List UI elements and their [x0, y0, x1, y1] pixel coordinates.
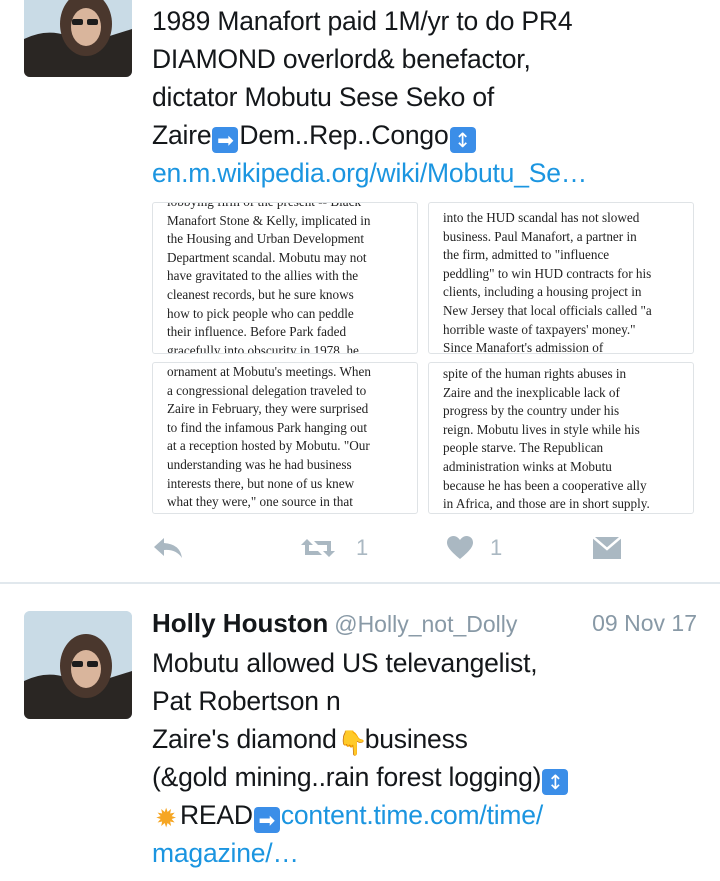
- article-image-panel[interactable]: ornament at Mobutu's meetings. When a co…: [152, 362, 418, 514]
- user-handle[interactable]: @Holly_not_Dolly: [334, 611, 517, 637]
- right-arrow-emoji-icon: ➡: [253, 807, 280, 833]
- panel-line: Manafort Stone & Kelly, implicated in: [167, 212, 371, 228]
- tweet-divider: [0, 582, 720, 584]
- avatar[interactable]: [24, 0, 132, 77]
- burst-emoji-icon: ✹: [155, 804, 177, 834]
- display-name[interactable]: Holly Houston: [152, 608, 328, 638]
- panel-line: spite of the human rights abuses in: [443, 366, 627, 381]
- panel-line: in Africa, and those are in short supply…: [443, 496, 650, 512]
- panel-text: ornament at Mobutu's meetings. When a co…: [167, 363, 407, 512]
- tweet-body: 1989 Manafort paid 1M/yr to do PR4 DIAMO…: [152, 2, 587, 192]
- panel-line: have gravitated to the allies with the: [167, 268, 359, 284]
- panel-text: spite of the human rights abuses in Zair…: [443, 365, 683, 513]
- tweet-line: 1989 Manafort paid 1M/yr to do PR4: [152, 6, 573, 36]
- tweet-line: Zaire's diamond👇business: [152, 720, 569, 758]
- panel-line: gracefully into obscurity in 1978, he: [167, 342, 359, 354]
- panel-line: New Jersey that local officials called "…: [443, 302, 652, 318]
- point-down-emoji-icon: 👇: [337, 729, 368, 757]
- right-arrow-emoji-icon: ➡: [212, 127, 239, 153]
- reply-button[interactable]: [152, 530, 184, 566]
- tweet-line: (&gold mining..rain forest logging) ↕: [152, 758, 569, 796]
- up-down-arrow-emoji-icon: ↕: [449, 127, 476, 153]
- time-magazine-link[interactable]: magazine/…: [152, 834, 569, 872]
- direct-message-button[interactable]: [592, 530, 622, 566]
- retweet-icon: [301, 539, 335, 557]
- article-image-grid[interactable]: lobbying firm of the present -- Black Ma…: [152, 200, 694, 514]
- reply-icon: [154, 538, 182, 558]
- like-count: 1: [490, 535, 503, 560]
- article-image-panel[interactable]: lobbying firm of the present -- Black Ma…: [152, 202, 418, 354]
- panel-text: into the HUD scandal has not slowed busi…: [443, 209, 683, 354]
- panel-text: lobbying firm of the present -- Black Ma…: [167, 203, 407, 354]
- panel-line: the firm, admitted to "influence: [443, 247, 610, 263]
- tweet-line: Zaire ➡ Dem..Rep..Congo ↕: [152, 116, 587, 154]
- tweet-line: ✹ READ ➡ content.time.com/time/: [152, 796, 569, 834]
- panel-line: peddling" to win HUD contracts for his: [443, 265, 652, 281]
- article-image-panel[interactable]: spite of the human rights abuses in Zair…: [428, 362, 694, 514]
- panel-line: people starve. The Republican: [443, 440, 604, 456]
- tweet-text-segment: Dem..Rep..Congo: [239, 120, 449, 150]
- tweet-actions: 1 1: [152, 530, 694, 566]
- retweet-button[interactable]: 1: [300, 530, 368, 566]
- tweet-text-segment: Zaire's diamond: [152, 724, 337, 754]
- panel-line: at a reception hosted by Mobutu. "Our: [167, 438, 370, 454]
- tweet-line: Mobutu allowed US televangelist,: [152, 648, 538, 678]
- tweet-body: Mobutu allowed US televangelist, Pat Rob…: [152, 644, 569, 872]
- panel-line: interests there, but none of us knew: [167, 475, 355, 491]
- panel-line: the Housing and Urban Development: [167, 231, 365, 247]
- panel-line: their influence. Before Park faded: [167, 324, 347, 340]
- retweet-count: 1: [356, 535, 369, 560]
- panel-line: into the HUD scandal has not slowed: [443, 210, 640, 225]
- panel-line: to find the infamous Park hanging out: [167, 419, 367, 435]
- like-button[interactable]: 1: [446, 530, 502, 566]
- panel-line: lobbying firm of the present -- Black: [167, 203, 407, 212]
- panel-line: ornament at Mobutu's meetings. When: [167, 364, 371, 379]
- envelope-icon: [592, 536, 622, 559]
- panel-line: understanding was he had business: [167, 456, 352, 472]
- panel-line: reign. Mobutu lives in style while his: [443, 421, 640, 437]
- tweet-line: DIAMOND overlord& benefactor,: [152, 44, 531, 74]
- tweet-text-segment: READ: [180, 800, 253, 830]
- panel-line: Zaire and the inexplicable lack of: [443, 384, 620, 400]
- article-image-panel[interactable]: into the HUD scandal has not slowed busi…: [428, 202, 694, 354]
- panel-line: clients, including a housing project in: [443, 284, 642, 300]
- heart-icon: [447, 536, 473, 559]
- avatar-photo: [24, 0, 132, 77]
- up-down-arrow-emoji-icon: ↕: [542, 769, 569, 795]
- tweet-line: dictator Mobutu Sese Seko of: [152, 82, 495, 112]
- panel-line: Department scandal. Mobutu may not: [167, 249, 367, 265]
- wikipedia-link[interactable]: en.m.wikipedia.org/wiki/Mobutu_Se…: [152, 154, 587, 192]
- avatar-photo: [24, 611, 132, 719]
- panel-line: what they were," one source in that: [167, 494, 353, 510]
- panel-line: because he has been a cooperative ally: [443, 477, 647, 493]
- panel-line: business. Paul Manafort, a partner in: [443, 228, 637, 244]
- panel-line: Since Manafort's admission of: [443, 340, 604, 354]
- panel-line: horrible waste of taxpayers' money.": [443, 321, 636, 337]
- panel-line: Zaire in February, they were surprised: [167, 401, 369, 417]
- tweet-header: Holly Houston @Holly_not_Dolly 09 Nov 17: [152, 608, 697, 642]
- tweet-line: Pat Robertson n: [152, 686, 341, 716]
- tweet-text-segment: Zaire: [152, 120, 212, 150]
- panel-line: cleanest records, but he sure knows: [167, 286, 354, 302]
- tweet-text-segment: business: [364, 724, 468, 754]
- tweet-text-segment: (&gold mining..rain forest logging): [152, 762, 542, 792]
- tweet-date[interactable]: 09 Nov 17: [592, 610, 697, 637]
- avatar[interactable]: [24, 611, 132, 719]
- panel-line: progress by the country under his: [443, 403, 620, 419]
- panel-line: administration winks at Mobutu: [443, 458, 612, 474]
- panel-line: how to pick people who can peddle: [167, 305, 354, 321]
- time-magazine-link[interactable]: content.time.com/time/: [281, 800, 543, 830]
- panel-line: a congressional delegation traveled to: [167, 382, 367, 398]
